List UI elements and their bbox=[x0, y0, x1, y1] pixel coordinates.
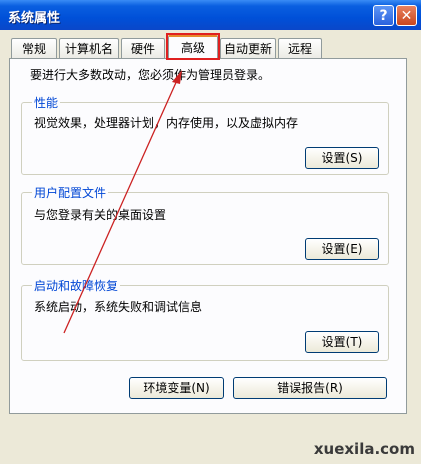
user-profiles-description: 与您登录有关的桌面设置 bbox=[34, 208, 167, 222]
admin-notice: 要进行大多数改动，您必须作为管理员登录。 bbox=[30, 68, 271, 82]
performance-description: 视觉效果，处理器计划，内存使用，以及虚拟内存 bbox=[34, 116, 299, 130]
environment-variables-button[interactable]: 环境变量(N) bbox=[129, 377, 224, 399]
close-button[interactable]: ✕ bbox=[396, 5, 417, 26]
tab-hardware[interactable]: 硬件 bbox=[121, 38, 165, 58]
help-button[interactable]: ? bbox=[373, 5, 394, 26]
startup-recovery-group-title: 启动和故障恢复 bbox=[32, 277, 121, 294]
window-title: 系统属性 bbox=[8, 11, 61, 26]
tab-highlight-box bbox=[166, 33, 220, 60]
startup-recovery-settings-button[interactable]: 设置(T) bbox=[305, 331, 379, 353]
tab-general[interactable]: 常规 bbox=[11, 38, 57, 58]
performance-group-title: 性能 bbox=[32, 94, 61, 111]
tab-automatic-updates[interactable]: 自动更新 bbox=[220, 38, 276, 58]
startup-recovery-description: 系统启动，系统失败和调试信息 bbox=[34, 300, 203, 314]
tab-remote[interactable]: 远程 bbox=[278, 38, 322, 58]
performance-settings-button[interactable]: 设置(S) bbox=[305, 147, 379, 169]
user-profiles-group-title: 用户配置文件 bbox=[32, 184, 109, 201]
tab-computer-name[interactable]: 计算机名 bbox=[59, 38, 119, 58]
title-bar[interactable]: 系统属性 ? ✕ bbox=[0, 0, 421, 30]
watermark-text: xuexila.com bbox=[313, 440, 415, 458]
system-properties-window: 系统属性 ? ✕ 常规 计算机名 硬件 高级 自动更新 远程 要进行大多数改动，… bbox=[0, 0, 421, 464]
user-profiles-settings-button[interactable]: 设置(E) bbox=[305, 238, 379, 260]
error-reporting-button[interactable]: 错误报告(R) bbox=[233, 377, 387, 399]
